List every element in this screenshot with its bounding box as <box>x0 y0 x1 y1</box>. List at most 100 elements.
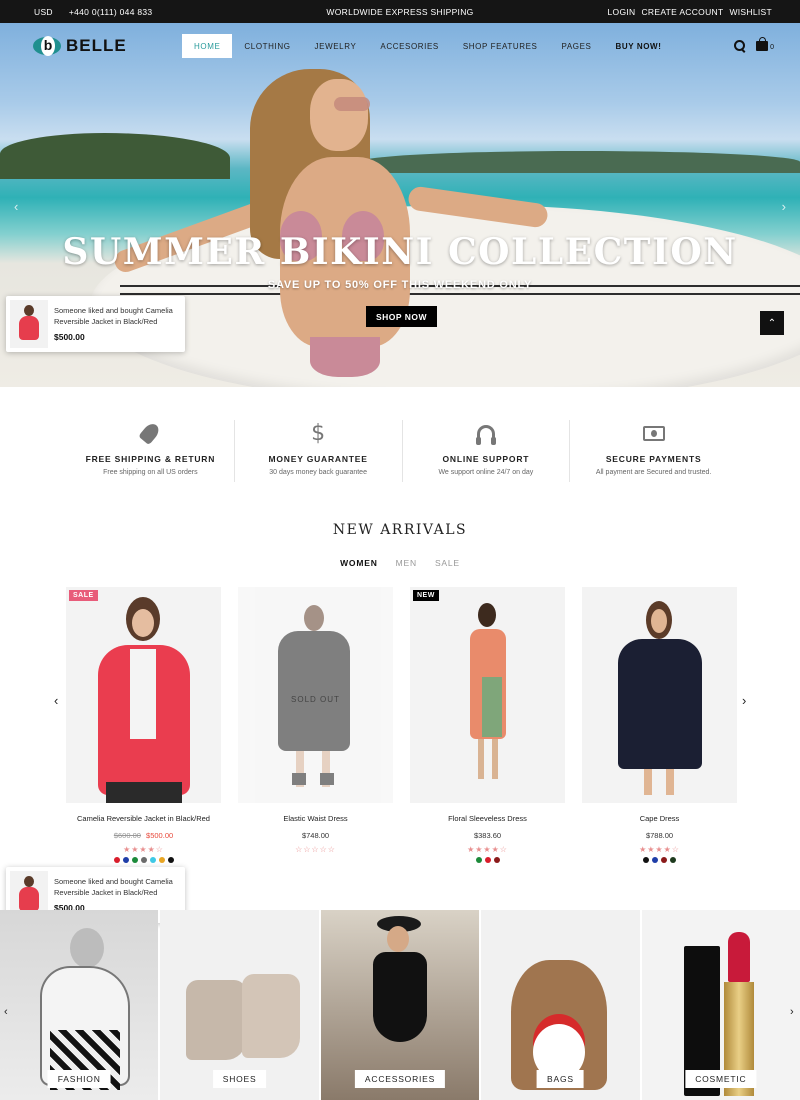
sold-out-label: SOLD OUT <box>291 695 340 704</box>
color-swatch[interactable] <box>122 857 129 863</box>
nav-item-buy-now[interactable]: BUY NOW! <box>603 34 673 58</box>
hero-bg-island-right <box>360 151 800 173</box>
hero-board-stripe <box>120 293 800 295</box>
category-bags[interactable]: BAGS <box>481 910 640 1100</box>
product-name[interactable]: Elastic Waist Dress <box>238 814 393 823</box>
color-swatch[interactable] <box>670 857 676 863</box>
color-swatch[interactable] <box>113 857 120 863</box>
logo-icon: b <box>33 35 61 57</box>
feature-title: MONEY GUARANTEE <box>268 454 368 464</box>
product-image[interactable] <box>582 587 737 803</box>
nav-item-shop-features[interactable]: SHOP FEATURES <box>451 34 550 58</box>
hero-prev-arrow-icon[interactable]: ‹ <box>14 199 18 214</box>
color-swatch[interactable] <box>149 857 156 863</box>
product-card: Cape Dress $788.00 ★★★★☆ <box>582 587 737 863</box>
product-image[interactable]: NEW <box>410 587 565 803</box>
feature-online-support: ONLINE SUPPORT We support online 24/7 on… <box>401 420 570 482</box>
shop-now-button[interactable]: SHOP NOW <box>366 306 437 327</box>
old-price: $600.00 <box>113 831 141 840</box>
category-label: ACCESSORIES <box>354 1070 446 1088</box>
category-prev-arrow-icon[interactable]: ‹ <box>4 1006 8 1018</box>
hero-bg-island-left <box>0 133 230 179</box>
top-bar: USD +440 0(111) 044 833 WORLDWIDE EXPRES… <box>0 0 800 23</box>
logo[interactable]: b BELLE <box>33 35 127 57</box>
category-label: FASHION <box>47 1070 111 1088</box>
color-swatch[interactable] <box>643 857 649 863</box>
feature-subtitle: Free shipping on all US orders <box>103 469 198 476</box>
header: b BELLE HOME CLOTHING JEWELRY ACCESORIES… <box>0 23 800 69</box>
color-swatch[interactable] <box>167 857 174 863</box>
wishlist-link[interactable]: WISHLIST <box>729 7 772 17</box>
search-icon[interactable] <box>734 40 746 52</box>
category-fashion[interactable]: FASHION <box>0 910 159 1100</box>
category-label: BAGS <box>537 1070 584 1088</box>
purchase-notification[interactable]: Someone liked and bought Camelia Reversi… <box>6 296 185 352</box>
scroll-to-top-icon[interactable]: ⌃ <box>760 311 784 335</box>
notification-price: $500.00 <box>54 332 85 342</box>
product-card: SALE Camelia Reversible Jacket in Black/… <box>66 587 221 863</box>
category-next-arrow-icon[interactable]: › <box>790 1006 794 1018</box>
rocket-icon <box>138 420 163 446</box>
category-label: SHOES <box>212 1070 267 1088</box>
color-swatch[interactable] <box>158 857 165 863</box>
color-swatch[interactable] <box>131 857 138 863</box>
category-accessories[interactable]: ACCESSORIES <box>320 910 480 1100</box>
new-arrivals-title: NEW ARRIVALS <box>332 522 468 538</box>
product-rating: ★★★★☆ <box>467 845 508 854</box>
products-next-arrow-icon[interactable]: › <box>742 693 746 708</box>
color-swatch[interactable] <box>493 857 500 863</box>
hero-subtitle: SAVE UP TO 50% OFF THIS WEEKEND ONLY <box>267 279 533 291</box>
category-shoes[interactable]: SHOES <box>160 910 319 1100</box>
feature-title: FREE SHIPPING & RETURN <box>85 454 216 464</box>
feature-subtitle: All payment are Secured and trusted. <box>595 469 712 476</box>
feature-money-guarantee: $ MONEY GUARANTEE 30 days money back gua… <box>233 420 402 482</box>
tab-men[interactable]: MEN <box>396 558 417 568</box>
product-card: SOLD OUT Elastic Waist Dress $748.00 ☆☆☆… <box>238 587 393 854</box>
category-grid: FASHION SHOES ACCESSORIES BAGS COSMETIC <box>0 910 800 1100</box>
nav-item-accesories[interactable]: ACCESORIES <box>368 34 450 58</box>
product-price: $788.00 <box>582 831 737 840</box>
color-swatch[interactable] <box>484 857 491 863</box>
new-badge: NEW <box>413 590 439 601</box>
color-swatch[interactable] <box>652 857 658 863</box>
feature-free-shipping: FREE SHIPPING & RETURN Free shipping on … <box>67 420 234 482</box>
product-image[interactable]: SALE <box>66 587 221 803</box>
login-link[interactable]: LOGIN <box>608 7 636 17</box>
product-name[interactable]: Cape Dress <box>582 814 737 823</box>
regular-price: $383.60 <box>473 831 502 840</box>
color-swatch[interactable] <box>661 857 667 863</box>
category-label: COSMETIC <box>685 1070 757 1088</box>
main-nav: HOME CLOTHING JEWELRY ACCESORIES SHOP FE… <box>182 34 673 58</box>
notification-message: Someone liked and bought Camelia Reversi… <box>54 877 173 897</box>
product-name[interactable]: Floral Sleeveless Dress <box>410 814 565 823</box>
cart-button[interactable]: 0 <box>756 37 774 51</box>
regular-price: $788.00 <box>645 831 674 840</box>
features-bar: FREE SHIPPING & RETURN Free shipping on … <box>67 420 737 482</box>
color-swatches <box>410 857 565 863</box>
nav-item-clothing[interactable]: CLOTHING <box>232 34 302 58</box>
create-account-link[interactable]: CREATE ACCOUNT <box>641 7 723 17</box>
nav-item-jewelry[interactable]: JEWELRY <box>303 34 369 58</box>
logo-text: BELLE <box>66 36 127 55</box>
tab-women[interactable]: WOMEN <box>340 558 378 568</box>
product-carousel: SALE Camelia Reversible Jacket in Black/… <box>66 587 738 877</box>
product-rating: ★★★★☆ <box>123 845 164 854</box>
product-name[interactable]: Camelia Reversible Jacket in Black/Red <box>66 814 221 823</box>
feature-subtitle: We support online 24/7 on day <box>438 469 534 476</box>
product-rating: ★★★★☆ <box>639 845 680 854</box>
category-cosmetic[interactable]: COSMETIC <box>641 910 800 1100</box>
feature-title: SECURE PAYMENTS <box>605 454 702 464</box>
product-price: $748.00 <box>238 831 393 840</box>
hero-next-arrow-icon[interactable]: › <box>782 199 786 214</box>
nav-item-pages[interactable]: PAGES <box>550 34 604 58</box>
color-swatch[interactable] <box>140 857 147 863</box>
feature-subtitle: 30 days money back guarantee <box>269 469 367 476</box>
color-swatch[interactable] <box>475 857 482 863</box>
new-arrivals-tabs: WOMEN MEN SALE <box>0 558 800 568</box>
hero-title: SUMMER BIKINI COLLECTION <box>62 231 738 273</box>
tab-sale[interactable]: SALE <box>435 558 460 568</box>
nav-item-home[interactable]: HOME <box>182 34 233 58</box>
products-prev-arrow-icon[interactable]: ‹ <box>54 693 58 708</box>
product-rating: ☆☆☆☆☆ <box>295 845 336 854</box>
color-swatches <box>582 857 737 863</box>
